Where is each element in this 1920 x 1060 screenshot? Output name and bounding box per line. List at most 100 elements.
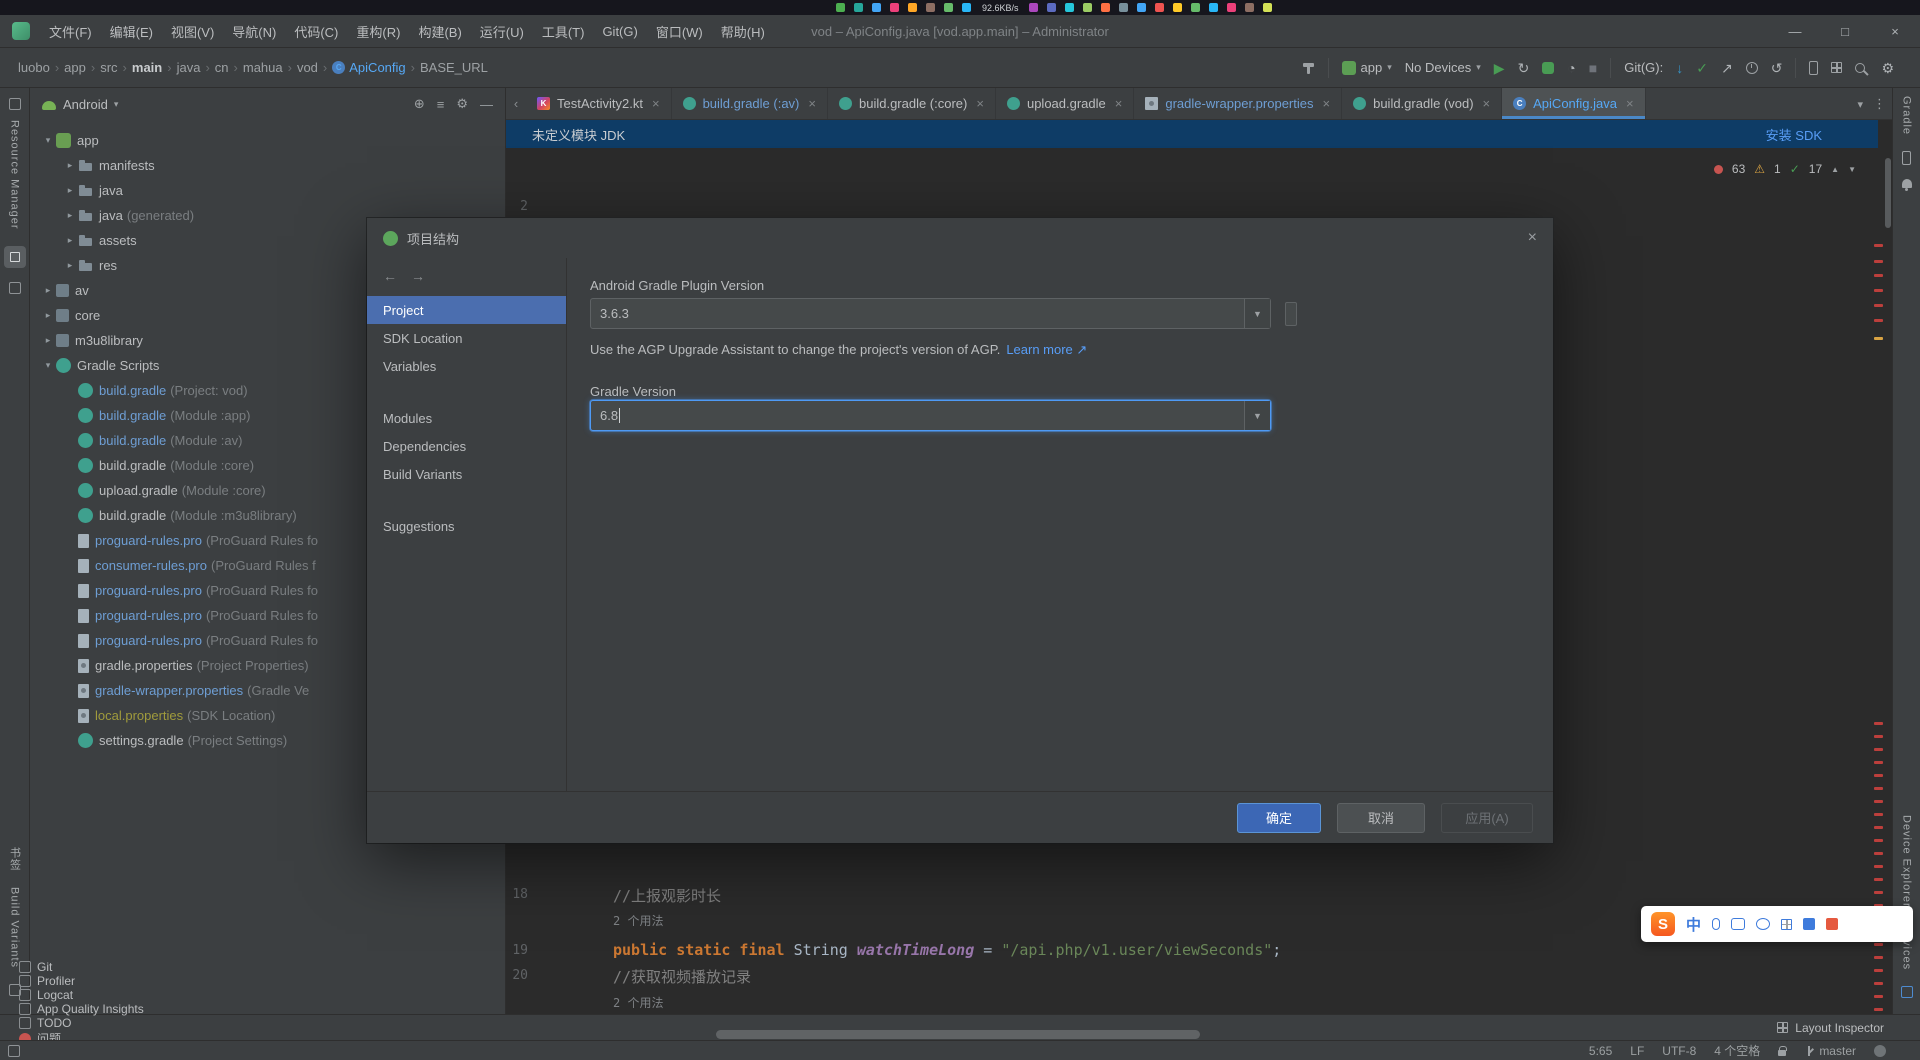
hide-panel-icon[interactable]: — <box>480 97 493 112</box>
toolwindow-button-aqi[interactable]: App Quality Insights <box>10 1002 153 1016</box>
taskbar-icon[interactable] <box>1101 3 1110 12</box>
taskbar-icon[interactable] <box>1227 3 1236 12</box>
error-stripe[interactable] <box>1874 152 1884 1006</box>
taskbar-icon[interactable] <box>1119 3 1128 12</box>
menu-item[interactable]: 代码(C) <box>285 15 347 47</box>
tree-item[interactable]: ▸java <box>30 178 505 203</box>
profiler-icon[interactable]: ◔ <box>1567 61 1575 75</box>
hidden-tabs-chevron-icon[interactable]: ▾ <box>1857 98 1863 111</box>
next-error-icon[interactable]: ▼ <box>1848 165 1856 174</box>
menu-item[interactable]: 构建(B) <box>409 15 470 47</box>
tab-close-icon[interactable]: × <box>1626 96 1634 111</box>
breadcrumb-item[interactable]: BASE_URL <box>420 60 488 75</box>
taskbar-icon[interactable] <box>854 3 863 12</box>
tree-chevron[interactable]: ▾ <box>40 135 56 146</box>
tabs-more-icon[interactable]: ⋮ <box>1873 96 1886 112</box>
toolwindow-switcher-icon[interactable] <box>8 1045 20 1057</box>
taskbar-icon[interactable] <box>890 3 899 12</box>
collapse-all-icon[interactable]: ≡ <box>437 97 445 112</box>
breadcrumb-item[interactable]: main <box>132 60 162 75</box>
menu-item[interactable]: 视图(V) <box>162 15 223 47</box>
vcs-history-icon[interactable] <box>1746 62 1758 74</box>
tab-close-icon[interactable]: × <box>808 96 816 111</box>
tabs-scroll-left-icon[interactable]: ‹ <box>506 88 526 119</box>
tree-item[interactable]: ▸manifests <box>30 153 505 178</box>
taskbar-icon[interactable] <box>1155 3 1164 12</box>
taskbar-icon[interactable] <box>1137 3 1146 12</box>
menu-item[interactable]: 帮助(H) <box>712 15 774 47</box>
file-encoding[interactable]: UTF-8 <box>1662 1044 1696 1058</box>
stripe-bookmarks[interactable]: 书签 <box>7 847 23 871</box>
taskbar-icon[interactable] <box>1209 3 1218 12</box>
toolwindow-button-logcat[interactable]: Logcat <box>10 988 153 1002</box>
tree-chevron[interactable]: ▸ <box>40 335 56 346</box>
readonly-lock-icon[interactable] <box>1778 1050 1786 1056</box>
breadcrumb-item[interactable]: src <box>100 60 117 75</box>
ime-mode-chinese[interactable]: 中 <box>1686 914 1701 935</box>
vcs-rollback-icon[interactable]: ↺ <box>1771 61 1783 75</box>
dialog-nav-modules[interactable]: Modules <box>367 404 566 432</box>
taskbar-icon[interactable] <box>1191 3 1200 12</box>
taskbar-icon[interactable] <box>1047 3 1056 12</box>
menu-item[interactable]: 重构(R) <box>347 15 409 47</box>
editor-tab[interactable]: upload.gradle× <box>996 88 1134 119</box>
device-dropdown[interactable]: No Devices ▾ <box>1405 60 1481 75</box>
tree-chevron[interactable]: ▸ <box>40 310 56 321</box>
minimize-icon[interactable]: — <box>1770 15 1820 47</box>
caret-position[interactable]: 5:65 <box>1589 1044 1612 1058</box>
horizontal-scrollbar[interactable] <box>716 1030 1200 1039</box>
vcs-push-icon[interactable]: ↗ <box>1721 61 1733 75</box>
taskbar-icon[interactable] <box>1029 3 1038 12</box>
keyboard-icon[interactable] <box>1731 918 1745 930</box>
dialog-nav-variables[interactable]: Variables <box>367 352 566 380</box>
tree-chevron[interactable]: ▸ <box>62 160 78 171</box>
breadcrumb-item[interactable]: cn <box>215 60 229 75</box>
apply-button[interactable]: 应用(A) <box>1441 803 1533 833</box>
editor-tab[interactable]: KTestActivity2.kt× <box>526 88 672 119</box>
breadcrumb-item[interactable]: mahua <box>243 60 283 75</box>
ime-grid-icon[interactable] <box>1781 919 1792 930</box>
line-separator[interactable]: LF <box>1630 1044 1644 1058</box>
stripe-project-active[interactable] <box>4 246 26 268</box>
taskbar-icon[interactable] <box>944 3 953 12</box>
breadcrumb-item[interactable]: CApiConfig <box>332 60 405 75</box>
project-view-selector[interactable]: Android <box>63 97 108 112</box>
ok-button[interactable]: 确定 <box>1237 803 1321 833</box>
taskbar-icon[interactable] <box>1245 3 1254 12</box>
vcs-commit-icon[interactable]: ✓ <box>1696 61 1708 75</box>
tree-chevron[interactable]: ▸ <box>62 210 78 221</box>
close-icon[interactable]: × <box>1870 15 1920 47</box>
editor-tab[interactable]: build.gradle (vod)× <box>1342 88 1502 119</box>
maximize-icon[interactable]: □ <box>1820 15 1870 47</box>
taskbar-icon[interactable] <box>1083 3 1092 12</box>
taskbar-icon[interactable] <box>926 3 935 12</box>
dialog-close-icon[interactable]: × <box>1528 229 1537 247</box>
menu-item[interactable]: Git(G) <box>593 15 646 47</box>
forward-arrow-icon[interactable]: → <box>411 268 425 284</box>
tab-close-icon[interactable]: × <box>1323 96 1331 111</box>
device-manager-icon[interactable] <box>1809 61 1818 75</box>
dialog-nav-project[interactable]: Project <box>367 296 566 324</box>
breadcrumb-item[interactable]: java <box>177 60 201 75</box>
gradle-version-combobox[interactable]: 6.8 ▼ <box>590 400 1271 431</box>
taskbar-icon[interactable] <box>1065 3 1074 12</box>
menu-item[interactable]: 运行(U) <box>471 15 533 47</box>
stripe-device-explorer[interactable]: Device Explorer <box>1901 815 1913 908</box>
dialog-nav-sdk-location[interactable]: SDK Location <box>367 324 566 352</box>
cancel-button[interactable]: 取消 <box>1337 803 1425 833</box>
toolwindow-button-branch[interactable]: Git <box>10 960 153 974</box>
toolwindow-button-gauge[interactable]: Profiler <box>10 974 153 988</box>
tree-chevron[interactable]: ▾ <box>40 360 56 371</box>
taskbar-icon[interactable] <box>872 3 881 12</box>
vertical-scrollbar[interactable] <box>1885 158 1891 228</box>
toolwindow-button-todo[interactable]: TODO <box>10 1016 153 1030</box>
menu-item[interactable]: 编辑(E) <box>101 15 162 47</box>
tree-chevron[interactable]: ▸ <box>62 185 78 196</box>
device-manager-stripe-icon[interactable] <box>1902 151 1911 165</box>
editor-tab[interactable]: gradle-wrapper.properties× <box>1134 88 1342 119</box>
run-config-dropdown[interactable]: app ▾ <box>1342 60 1392 75</box>
dialog-nav-dependencies[interactable]: Dependencies <box>367 432 566 460</box>
taskbar-icon[interactable] <box>962 3 971 12</box>
breadcrumb-item[interactable]: app <box>64 60 86 75</box>
dialog-nav-suggestions[interactable]: Suggestions <box>367 512 566 540</box>
